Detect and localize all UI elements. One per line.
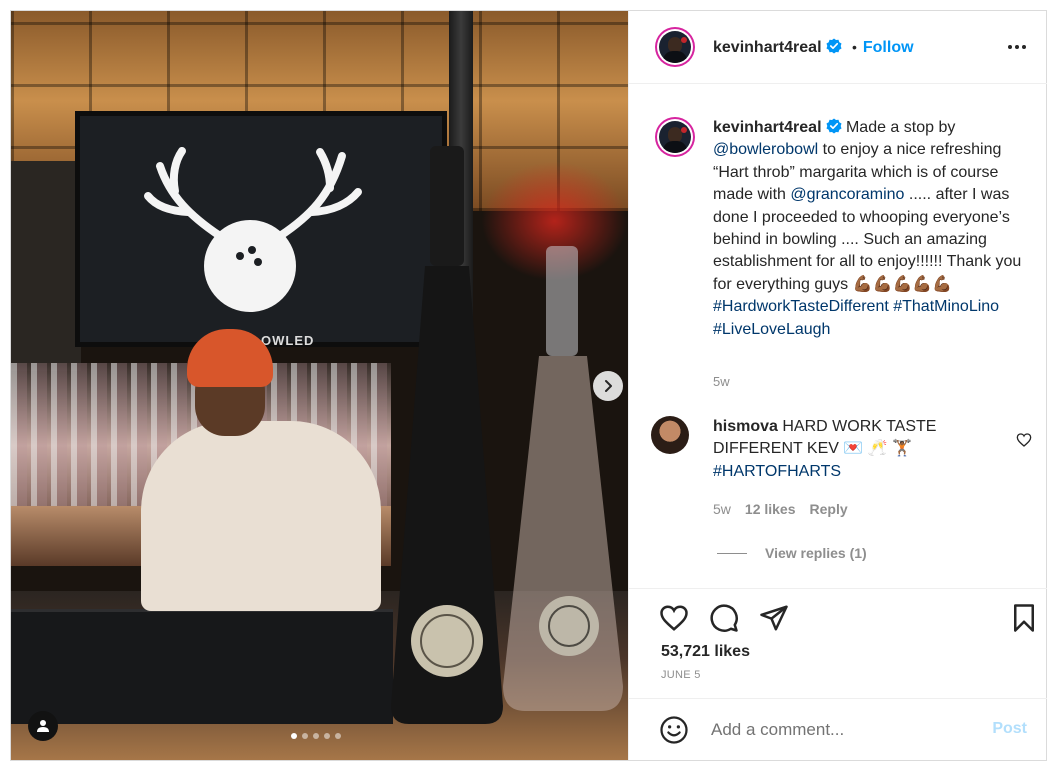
mention-link[interactable]: @bowlerobowl — [713, 141, 818, 158]
comment-timestamp[interactable]: 5w — [713, 501, 731, 517]
verified-badge-icon — [826, 118, 842, 134]
caption-timestamp[interactable]: 5w — [713, 374, 730, 389]
like-comment-heart-icon[interactable] — [1016, 432, 1032, 448]
follow-button[interactable]: Follow — [863, 39, 914, 56]
comments-scroll-area[interactable]: kevinhart4real Made a stop by @bowlerobo… — [629, 83, 1047, 588]
likes-count[interactable]: 53,721 likes — [661, 643, 750, 661]
chevron-right-icon — [605, 380, 612, 392]
photo-dark-bottle — [391, 146, 503, 724]
carousel-dot — [291, 733, 297, 739]
comment-bubble-icon[interactable] — [709, 603, 739, 633]
photo-clear-bottle — [503, 246, 623, 711]
caption-username[interactable]: kevinhart4real — [713, 119, 822, 136]
photo-bar-mat — [11, 609, 393, 724]
carousel-dot — [313, 733, 319, 739]
replies-divider — [717, 552, 747, 554]
hashtag-link[interactable]: #HardworkTasteDifferent — [713, 298, 889, 315]
post-caption: kevinhart4real Made a stop by @bowlerobo… — [713, 117, 1023, 341]
comment-body: hismova HARD WORK TASTE DIFFERENT KEV 💌 … — [713, 416, 1009, 483]
hashtag-link[interactable]: #HARTOFHARTS — [713, 463, 841, 480]
post-media[interactable]: OWLED — [11, 11, 628, 760]
comment-likes[interactable]: 12 likes — [745, 501, 796, 517]
carousel-dot — [324, 733, 330, 739]
carousel-dot — [335, 733, 341, 739]
carousel-dot — [302, 733, 308, 739]
save-bookmark-icon[interactable] — [1009, 603, 1039, 633]
add-comment-bar: Post — [629, 698, 1047, 761]
author-avatar[interactable] — [659, 31, 691, 63]
caption-author-avatar[interactable] — [659, 121, 691, 153]
photo-person-body — [141, 421, 381, 611]
tv-caption-text: OWLED — [261, 333, 315, 348]
next-slide-button[interactable] — [593, 371, 623, 401]
post-comment-button[interactable]: Post — [992, 720, 1027, 738]
reply-button[interactable]: Reply — [810, 501, 848, 517]
add-comment-input[interactable] — [709, 717, 983, 743]
view-replies-label: View replies (1) — [765, 545, 867, 561]
post-date[interactable]: JUNE 5 — [661, 669, 701, 681]
hashtag-link[interactable]: #LiveLoveLaugh — [713, 321, 830, 338]
post-actions: 53,721 likes JUNE 5 — [629, 588, 1047, 699]
photo-wall — [11, 161, 81, 371]
mention-link[interactable]: @grancoramino — [790, 186, 904, 203]
more-options-icon[interactable] — [1005, 37, 1029, 57]
emoji-icon[interactable] — [659, 715, 689, 745]
header-user-line: kevinhart4real • Follow — [713, 38, 914, 57]
header-separator: • — [851, 39, 857, 55]
share-paper-plane-icon[interactable] — [759, 603, 789, 633]
author-username[interactable]: kevinhart4real — [713, 39, 822, 56]
view-replies-button[interactable]: View replies (1) — [717, 545, 867, 561]
commenter-username[interactable]: hismova — [713, 418, 778, 435]
like-heart-icon[interactable] — [659, 603, 689, 633]
post-side-panel: kevinhart4real • Follow kevinhart4real Ma… — [628, 11, 1047, 760]
post-header: kevinhart4real • Follow — [629, 11, 1047, 84]
instagram-post: OWLED kevinhart4real • Follow kevinhart4… — [10, 10, 1047, 761]
user-icon — [37, 720, 49, 732]
verified-badge-icon — [826, 38, 842, 54]
commenter-avatar[interactable] — [651, 416, 689, 454]
comment-meta: 5w 12 likes Reply — [713, 501, 862, 517]
carousel-indicator — [291, 733, 341, 739]
hashtag-link[interactable]: #ThatMinoLino — [893, 298, 999, 315]
tagged-users-button[interactable] — [28, 711, 58, 741]
caption-text: Made a stop by — [841, 119, 956, 136]
